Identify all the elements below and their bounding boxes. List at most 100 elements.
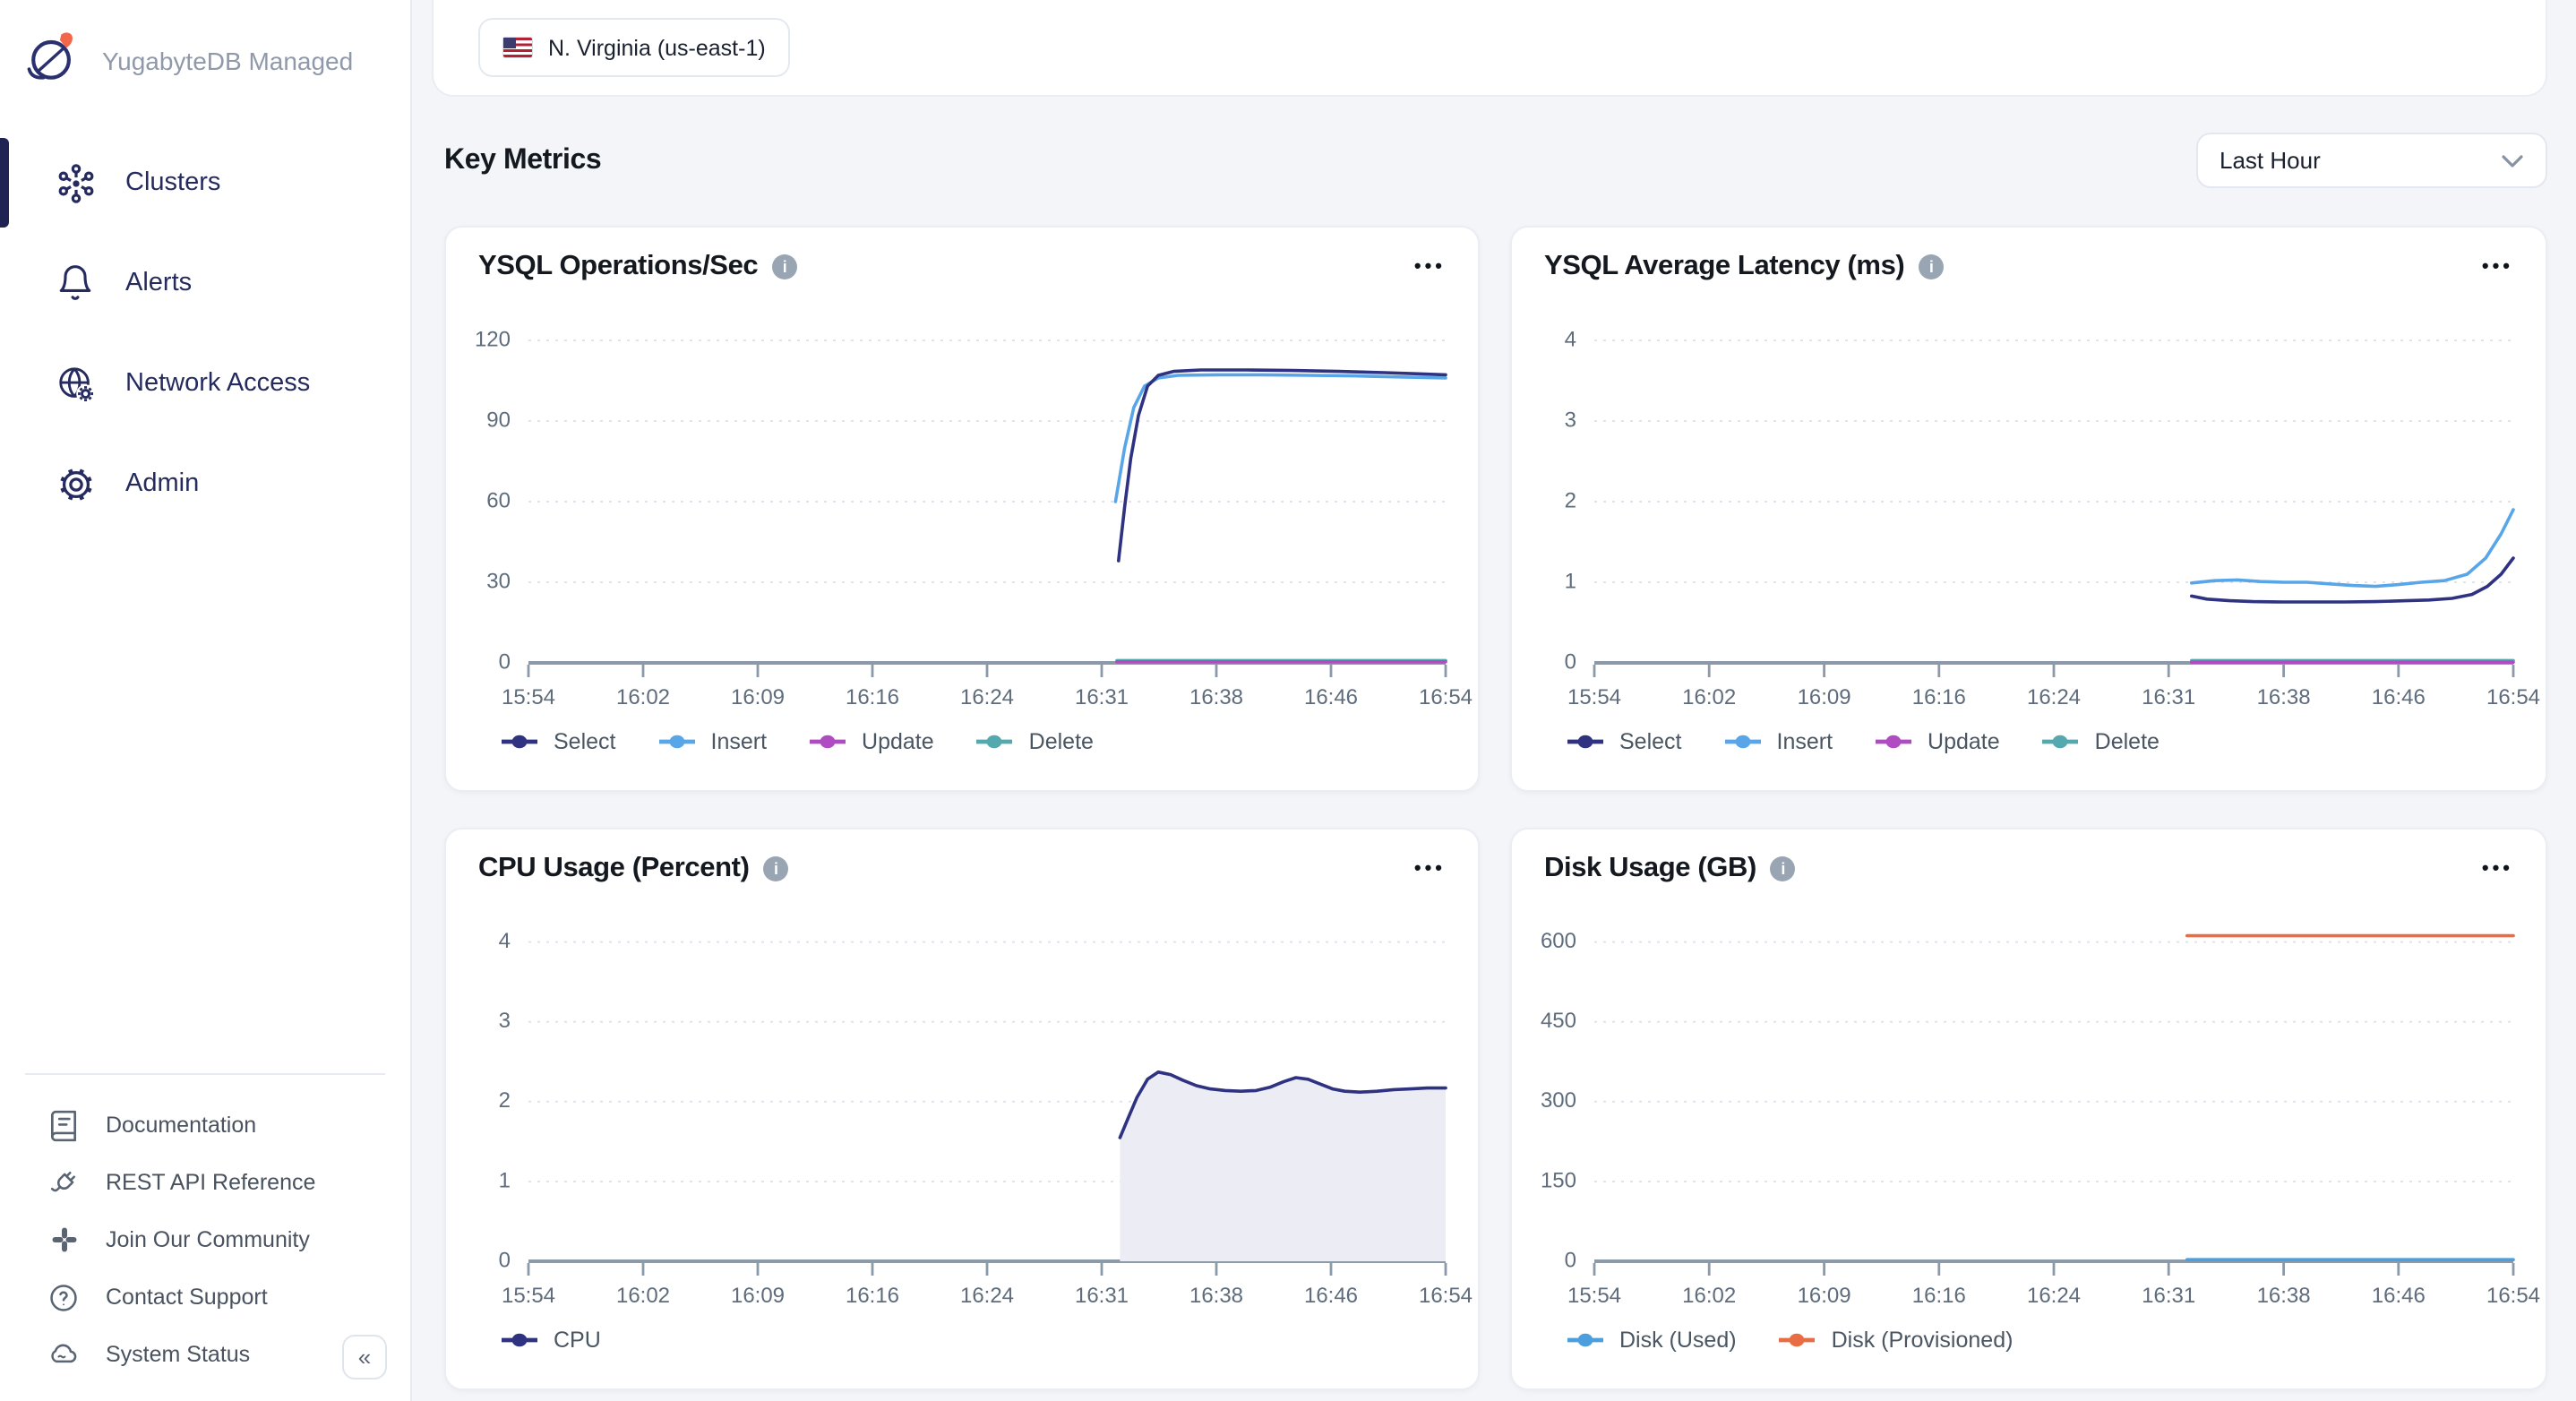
info-icon[interactable]: i <box>1919 254 1944 279</box>
legend-item-insert[interactable]: Insert <box>1725 729 1833 754</box>
svg-text:15:54: 15:54 <box>502 1284 555 1308</box>
card-header: YSQL Operations/Seci••• <box>446 228 1478 287</box>
legend-marker <box>1725 733 1761 751</box>
sidebar-item-admin[interactable]: Admin <box>0 434 410 534</box>
svg-text:16:02: 16:02 <box>616 685 670 709</box>
sidebar-item-label: Admin <box>125 469 199 498</box>
top-bar: N. Virginia (us-east-1) <box>432 0 2547 97</box>
svg-text:16:02: 16:02 <box>1682 1284 1736 1308</box>
svg-text:16:38: 16:38 <box>1189 685 1243 709</box>
footer-link-contact-support[interactable]: Contact Support <box>0 1268 410 1326</box>
chart-area: 0123415:5416:0216:0916:1616:2416:3116:38… <box>1512 287 2546 717</box>
page-title: Key Metrics <box>444 144 601 176</box>
globe-gear-icon <box>54 362 97 405</box>
collapse-sidebar-button[interactable]: « <box>342 1335 387 1380</box>
time-range-select[interactable]: Last Hour <box>2196 133 2547 188</box>
svg-text:0: 0 <box>499 1248 511 1272</box>
sidebar-item-label: Network Access <box>125 369 310 398</box>
svg-text:16:09: 16:09 <box>731 1284 785 1308</box>
svg-text:16:31: 16:31 <box>2142 1284 2195 1308</box>
legend-item-delete[interactable]: Delete <box>2043 729 2160 754</box>
legend-label: Select <box>554 729 616 754</box>
ysql-average-latency-card: YSQL Average Latency (ms)i•••0123415:541… <box>1510 226 2547 792</box>
legend-item-disk-provisioned[interactable]: Disk (Provisioned) <box>1780 1328 2014 1353</box>
card-menu-button[interactable]: ••• <box>1414 855 1446 883</box>
legend-label: Delete <box>1029 729 1094 754</box>
svg-text:90: 90 <box>486 408 511 432</box>
svg-text:15:54: 15:54 <box>1567 685 1621 709</box>
legend-label: Delete <box>2095 729 2160 754</box>
svg-text:4: 4 <box>499 929 511 953</box>
svg-text:16:54: 16:54 <box>1419 685 1473 709</box>
svg-text:16:02: 16:02 <box>616 1284 670 1308</box>
card-header: CPU Usage (Percent)i••• <box>446 829 1478 889</box>
card-menu-button[interactable]: ••• <box>2482 253 2513 281</box>
svg-text:15:54: 15:54 <box>502 685 555 709</box>
legend-label: Update <box>862 729 934 754</box>
svg-text:600: 600 <box>1541 929 1576 953</box>
legend-label: Update <box>1928 729 2000 754</box>
legend-marker <box>1567 1331 1603 1349</box>
sidebar-item-network-access[interactable]: Network Access <box>0 333 410 434</box>
main-content: N. Virginia (us-east-1) Key Metrics Last… <box>412 0 2576 1401</box>
book-icon <box>47 1108 81 1142</box>
svg-text:16:38: 16:38 <box>1189 1284 1243 1308</box>
sidebar-item-clusters[interactable]: Clusters <box>0 133 410 233</box>
chart-area: 015030045060015:5416:0216:0916:1616:2416… <box>1512 889 2546 1315</box>
svg-text:0: 0 <box>1565 1248 1576 1272</box>
svg-text:16:02: 16:02 <box>1682 685 1736 709</box>
sidebar-item-alerts[interactable]: Alerts <box>0 233 410 333</box>
slack-icon <box>47 1223 81 1257</box>
legend-item-cpu[interactable]: CPU <box>502 1328 601 1353</box>
yugabytedb-logo-icon <box>21 26 82 96</box>
legend-label: CPU <box>554 1328 601 1353</box>
card-menu-button[interactable]: ••• <box>2482 855 2513 883</box>
chart-title: YSQL Average Latency (ms) <box>1544 251 1904 283</box>
svg-text:16:16: 16:16 <box>1912 1284 1966 1308</box>
legend-marker <box>977 733 1013 751</box>
legend-marker <box>2043 733 2079 751</box>
footer-link-label: Contact Support <box>106 1285 268 1310</box>
legend-item-insert[interactable]: Insert <box>659 729 768 754</box>
svg-text:1: 1 <box>1565 569 1576 593</box>
card-menu-button[interactable]: ••• <box>1414 253 1446 281</box>
svg-text:16:54: 16:54 <box>1419 1284 1473 1308</box>
region-selector[interactable]: N. Virginia (us-east-1) <box>478 18 791 77</box>
legend-marker <box>1567 733 1603 751</box>
info-icon[interactable]: i <box>772 254 797 279</box>
footer-link-label: Documentation <box>106 1113 256 1138</box>
svg-text:16:38: 16:38 <box>2257 1284 2311 1308</box>
info-icon[interactable]: i <box>764 856 789 881</box>
svg-text:15:54: 15:54 <box>1567 1284 1621 1308</box>
svg-text:16:46: 16:46 <box>2372 685 2426 709</box>
legend-item-select[interactable]: Select <box>1567 729 1682 754</box>
info-icon[interactable]: i <box>1771 856 1796 881</box>
footer-link-join-our-community[interactable]: Join Our Community <box>0 1211 410 1268</box>
legend-item-update[interactable]: Update <box>810 729 934 754</box>
svg-text:16:09: 16:09 <box>1798 1284 1851 1308</box>
svg-text:16:54: 16:54 <box>2486 1284 2540 1308</box>
svg-text:16:24: 16:24 <box>2027 1284 2081 1308</box>
legend-item-delete[interactable]: Delete <box>977 729 1094 754</box>
legend-label: Disk (Provisioned) <box>1832 1328 2014 1353</box>
legend-item-disk-used[interactable]: Disk (Used) <box>1567 1328 1737 1353</box>
legend-item-select[interactable]: Select <box>502 729 616 754</box>
svg-text:16:16: 16:16 <box>846 685 899 709</box>
legend-item-update[interactable]: Update <box>1876 729 2000 754</box>
svg-text:4: 4 <box>1565 327 1576 351</box>
ysql-operations-chart: 030609012015:5416:0216:0916:1616:2416:31… <box>446 287 1478 717</box>
svg-text:60: 60 <box>486 488 511 512</box>
sidebar-divider <box>25 1073 385 1075</box>
disk-usage-chart: 015030045060015:5416:0216:0916:1616:2416… <box>1512 889 2546 1315</box>
svg-text:16:16: 16:16 <box>846 1284 899 1308</box>
svg-text:16:54: 16:54 <box>2486 685 2540 709</box>
footer-link-documentation[interactable]: Documentation <box>0 1096 410 1154</box>
svg-text:16:24: 16:24 <box>960 1284 1014 1308</box>
chart-legend: Disk (Used) Disk (Provisioned) <box>1512 1315 2546 1388</box>
footer-link-rest-api-reference[interactable]: REST API Reference <box>0 1154 410 1211</box>
svg-text:0: 0 <box>1565 649 1576 674</box>
disk-usage-card: Disk Usage (GB)i•••015030045060015:5416:… <box>1510 828 2547 1390</box>
sidebar-footer: Documentation REST API ReferenceJoin Our … <box>0 1073 410 1401</box>
chevron-down-icon <box>2501 153 2524 168</box>
svg-text:3: 3 <box>1565 408 1576 432</box>
